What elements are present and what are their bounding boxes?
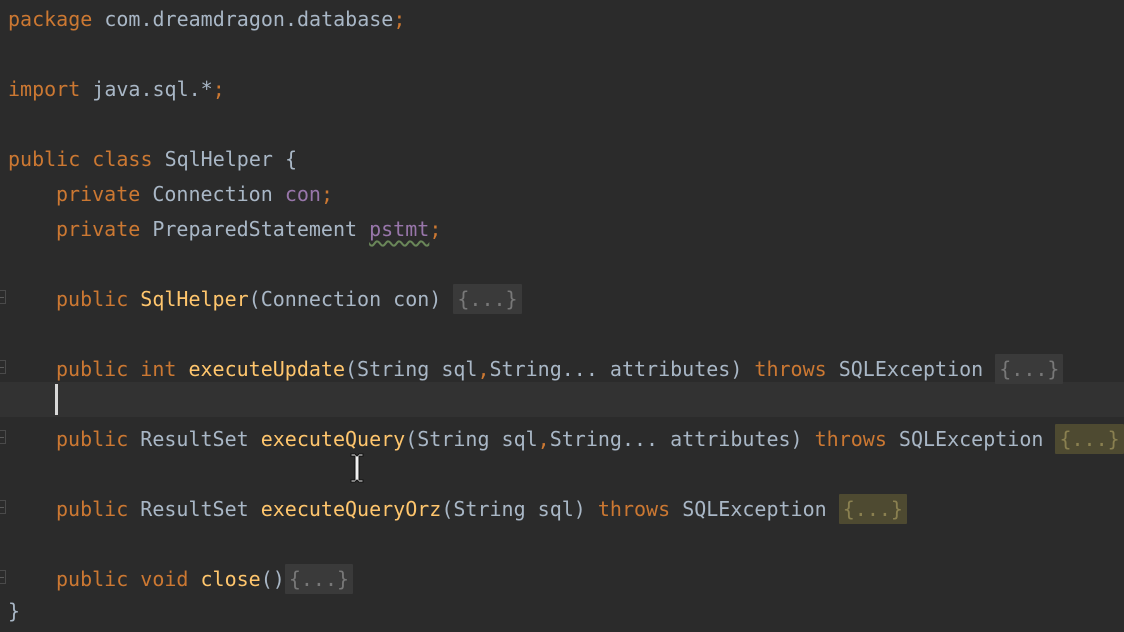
fold-marker-icon[interactable] — [0, 290, 6, 304]
public-keyword: public — [56, 427, 129, 451]
import-star: * — [200, 77, 213, 101]
params-part-b: String... attributes) — [489, 357, 755, 381]
fold-marker-icon[interactable] — [0, 360, 6, 374]
int-keyword: int — [140, 357, 177, 381]
type-prepared-statement: PreparedStatement — [152, 217, 358, 241]
code-line-import[interactable]: import java.sql.*; — [8, 72, 225, 107]
class-name: SqlHelper — [164, 147, 273, 171]
code-line-execute-query-orz[interactable]: public ResultSet executeQueryOrz(String … — [56, 492, 907, 527]
folded-code-block[interactable]: {...} — [453, 284, 522, 314]
method-execute-query: executeQuery — [260, 427, 406, 451]
code-line-field-pstmt[interactable]: private PreparedStatement pstmt; — [56, 212, 441, 247]
close-brace: } — [8, 599, 21, 623]
text-caret — [55, 384, 58, 415]
folded-code-block[interactable]: {...} — [284, 564, 354, 594]
type-result-set: ResultSet — [140, 497, 249, 521]
method-parens: () — [260, 567, 285, 591]
public-keyword: public — [8, 147, 81, 171]
exception-type: SQLException — [898, 427, 1044, 451]
throws-keyword: throws — [597, 497, 671, 521]
exception-type: SQLException — [838, 357, 984, 381]
constructor-params: (Connection con) — [248, 287, 454, 311]
method-params: (String sql) — [441, 497, 598, 521]
semicolon: ; — [212, 77, 225, 101]
method-close: close — [200, 567, 261, 591]
public-keyword: public — [56, 567, 129, 591]
code-line-execute-query[interactable]: public ResultSet executeQuery(String sql… — [56, 422, 1124, 457]
code-line-closing-brace[interactable]: } — [8, 594, 20, 629]
text-cursor-icon — [350, 453, 364, 483]
comma: , — [477, 357, 490, 381]
folded-code-block[interactable]: {...} — [1055, 424, 1124, 454]
folded-code-block[interactable]: {...} — [995, 354, 1064, 384]
exception-type: SQLException — [682, 497, 827, 521]
method-execute-query-orz: executeQueryOrz — [260, 497, 442, 521]
type-result-set: ResultSet — [140, 427, 249, 451]
public-keyword: public — [56, 287, 129, 311]
semicolon: ; — [320, 182, 333, 206]
method-execute-update: executeUpdate — [188, 357, 346, 381]
fold-marker-icon[interactable] — [0, 500, 6, 514]
public-keyword: public — [56, 357, 129, 381]
class-keyword: class — [92, 147, 153, 171]
params-part-a: (String sql — [405, 427, 538, 451]
package-keyword: package — [8, 7, 93, 31]
package-name: com.dreamdragon.database — [92, 7, 394, 31]
import-name: java.sql. — [80, 77, 201, 101]
params-part-b: String... attributes) — [549, 427, 815, 451]
type-connection: Connection — [152, 182, 273, 206]
params-part-a: (String sql — [345, 357, 478, 381]
code-line-field-con[interactable]: private Connection con; — [56, 177, 333, 212]
code-editor[interactable]: package com.dreamdragon.database; import… — [0, 0, 1124, 632]
code-line-constructor[interactable]: public SqlHelper(Connection con) {...} — [56, 282, 522, 317]
private-keyword: private — [56, 217, 141, 241]
code-line-package[interactable]: package com.dreamdragon.database; — [8, 2, 405, 37]
comma: , — [537, 427, 550, 451]
current-line-highlight — [0, 382, 1124, 417]
field-pstmt: pstmt — [369, 217, 430, 241]
private-keyword: private — [56, 182, 141, 206]
code-line-execute-update[interactable]: public int executeUpdate(String sql,Stri… — [56, 352, 1064, 387]
open-brace: { — [284, 147, 298, 171]
import-keyword: import — [8, 77, 81, 101]
code-line-close[interactable]: public void close() {...} — [56, 562, 354, 597]
throws-keyword: throws — [754, 357, 827, 381]
void-keyword: void — [140, 567, 189, 591]
semicolon: ; — [429, 217, 442, 241]
fold-marker-icon[interactable] — [0, 570, 6, 584]
throws-keyword: throws — [814, 427, 887, 451]
fold-marker-icon[interactable] — [0, 430, 6, 444]
code-line-class-declaration[interactable]: public class SqlHelper { — [8, 142, 297, 177]
field-con: con — [284, 182, 321, 206]
semicolon: ; — [393, 7, 406, 31]
public-keyword: public — [56, 497, 129, 521]
constructor-name: SqlHelper — [140, 287, 249, 311]
folded-code-block[interactable]: {...} — [838, 494, 907, 524]
